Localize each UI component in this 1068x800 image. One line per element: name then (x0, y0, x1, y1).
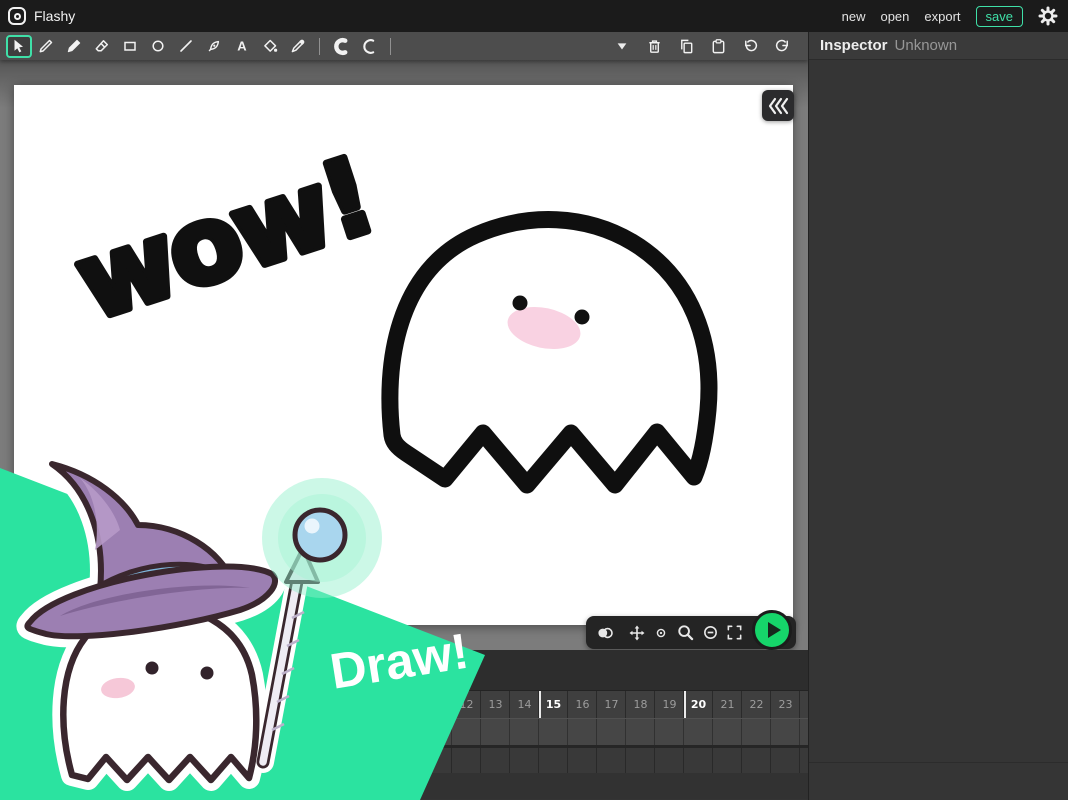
rectangle-icon (122, 38, 138, 54)
toolbar-actions (608, 34, 796, 58)
layer-dropdown-button[interactable] (608, 34, 636, 58)
tool-rectangle-button[interactable] (116, 34, 144, 58)
eyedropper-icon (290, 38, 306, 54)
undo-button[interactable] (736, 34, 764, 58)
fit-screen-button[interactable] (726, 624, 743, 641)
copy-button[interactable] (672, 34, 700, 58)
paste-icon (710, 38, 727, 55)
select-cursor-icon (11, 38, 27, 54)
trash-icon (646, 38, 663, 55)
timeline-frame-17[interactable]: 17 (597, 691, 626, 718)
zoom-out-icon (702, 624, 719, 641)
inspector-header: Inspector Unknown (809, 32, 1068, 60)
tool-eraser-button[interactable] (88, 34, 116, 58)
toolbar: A (0, 32, 808, 60)
zoom-out-button[interactable] (702, 624, 719, 641)
paint-bucket-icon (262, 38, 278, 54)
play-icon (768, 622, 781, 638)
timeline-frame-22[interactable]: 22 (742, 691, 771, 718)
wizard-sticker-overlay: Draw! (0, 430, 500, 800)
dropdown-arrow-icon (615, 39, 629, 53)
onion-skin-button[interactable] (596, 624, 614, 642)
redo-button[interactable] (768, 34, 796, 58)
timeline-frame-15[interactable]: 15 (539, 691, 566, 718)
toolbar-separator (319, 38, 320, 55)
viewport-controls-bar (586, 616, 796, 649)
save-button[interactable]: save (976, 6, 1023, 27)
new-button[interactable]: new (842, 9, 866, 24)
svg-text:A: A (237, 39, 247, 54)
magnifier-icon (676, 623, 695, 642)
text-tool-icon: A (234, 38, 250, 54)
timeline-frame-16[interactable]: 16 (568, 691, 597, 718)
brush-icon (66, 38, 82, 54)
timeline-frame-18[interactable]: 18 (626, 691, 655, 718)
collapse-chevrons-icon (766, 96, 790, 116)
flashy-app: Flashy new open export save (0, 0, 1068, 800)
fit-screen-icon (726, 624, 743, 641)
redo-icon (774, 38, 791, 55)
tool-brush-button[interactable] (60, 34, 88, 58)
tool-text-button[interactable]: A (228, 34, 256, 58)
inspector-title: Inspector (820, 37, 888, 54)
toolbar-separator (390, 38, 391, 55)
tool-fill-button[interactable] (256, 34, 284, 58)
onion-next-icon (360, 37, 379, 56)
undo-icon (742, 38, 759, 55)
inspector-divider (809, 762, 1068, 763)
timeline-frame-19[interactable]: 19 (655, 691, 684, 718)
tool-eyedropper-button[interactable] (284, 34, 312, 58)
inspector-panel: Inspector Unknown (808, 32, 1068, 800)
open-button[interactable]: open (880, 9, 909, 24)
titlebar: Flashy new open export save (0, 0, 1068, 32)
timeline-frame-14[interactable]: 14 (510, 691, 539, 718)
wizard-eye-right (201, 667, 214, 680)
tool-ellipse-button[interactable] (144, 34, 172, 58)
pen-nib-icon (206, 38, 222, 54)
collapse-panel-button[interactable] (762, 90, 794, 121)
app-logo-icon (8, 7, 26, 25)
pan-icon (628, 624, 646, 642)
zoom-actual-icon (653, 625, 669, 641)
tool-pen-button[interactable] (200, 34, 228, 58)
zoom-actual-button[interactable] (653, 625, 669, 641)
inspector-selection: Unknown (895, 37, 958, 54)
gear-icon (1038, 6, 1058, 26)
app-title: Flashy (34, 8, 75, 24)
titlebar-menu: new open export save (842, 6, 1058, 27)
tool-line-button[interactable] (172, 34, 200, 58)
copy-icon (678, 38, 695, 55)
export-button[interactable]: export (924, 9, 960, 24)
ghost-eye-left (513, 296, 528, 311)
onion-skin-icon (596, 624, 614, 642)
paste-button[interactable] (704, 34, 732, 58)
delete-button[interactable] (640, 34, 668, 58)
tool-select-button[interactable] (6, 35, 32, 58)
play-button[interactable] (752, 610, 792, 650)
timeline-frame-20[interactable]: 20 (684, 691, 711, 718)
pan-button[interactable] (628, 624, 646, 642)
onion-prev-icon (332, 37, 351, 56)
wow-doodle-text: wow! (62, 134, 386, 344)
onion-prev-toggle[interactable] (327, 34, 355, 58)
tool-pencil-button[interactable] (32, 34, 60, 58)
wizard-eye-left (146, 662, 159, 675)
onion-next-toggle[interactable] (355, 34, 383, 58)
timeline-frame-23[interactable]: 23 (771, 691, 800, 718)
ghost-eye-right (575, 310, 590, 325)
staff-orb (262, 478, 382, 598)
ellipse-icon (150, 38, 166, 54)
timeline-frame-21[interactable]: 21 (713, 691, 742, 718)
eraser-icon (94, 38, 110, 54)
settings-button[interactable] (1038, 6, 1058, 26)
zoom-tool-button[interactable] (676, 623, 695, 642)
pencil-icon (38, 38, 54, 54)
line-icon (178, 38, 194, 54)
